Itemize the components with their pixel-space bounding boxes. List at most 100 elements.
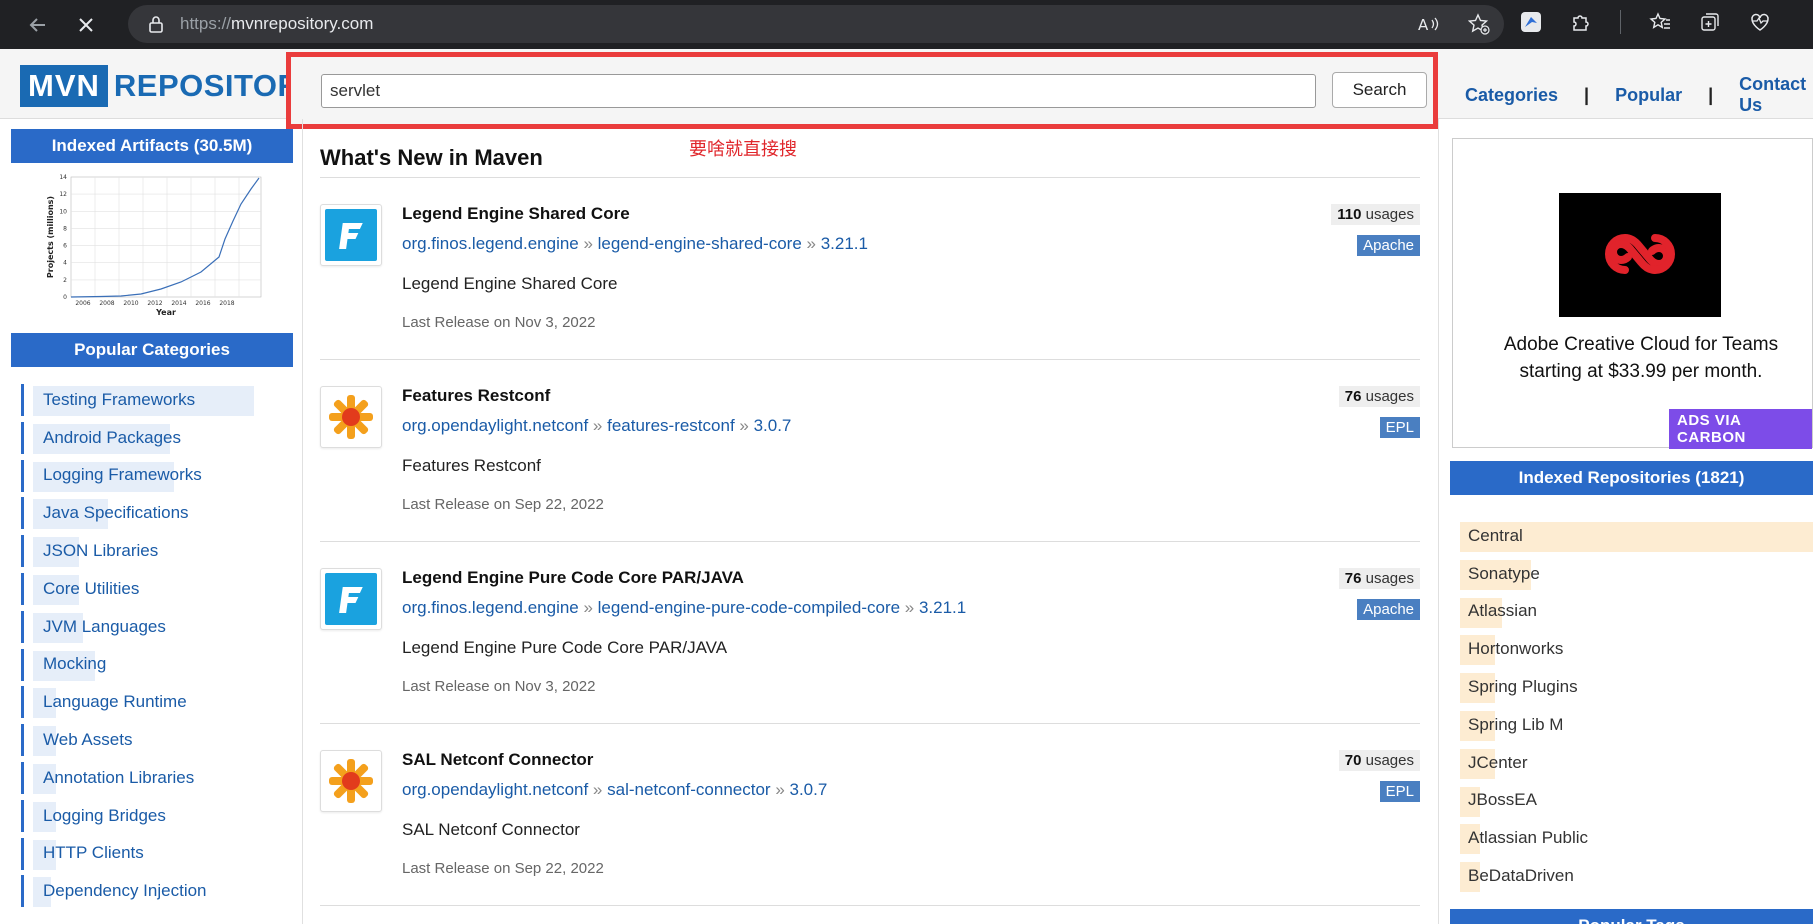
popular-tags-header[interactable]: Popular Tags [1450,909,1813,924]
chart-xtick: 2006 [75,300,90,307]
repository-item[interactable]: Spring Plugins [1450,668,1813,706]
stop-loading-icon[interactable] [66,5,106,45]
search-highlight-box: Search [286,52,1438,129]
artifact-title[interactable]: SAL Netconf Connector [402,750,593,770]
nav-popular[interactable]: Popular [1615,85,1682,106]
category-item[interactable]: Language Runtime [11,683,293,721]
category-item[interactable]: Testing Frameworks [11,381,293,419]
indexed-repositories: Indexed Repositories (1821) Central Sonat… [1450,461,1813,895]
usages-badge[interactable]: 76 usages [1338,568,1420,589]
license-badge[interactable]: Apache [1357,599,1420,620]
top-navigation: Categories | Popular | Contact Us [1465,74,1813,116]
repository-item[interactable]: Atlassian [1450,593,1813,631]
indexed-artifacts-header[interactable]: Indexed Artifacts (30.5M) [11,129,293,163]
read-aloud-icon[interactable]: A [1418,13,1440,35]
nav-contact[interactable]: Contact Us [1739,74,1813,116]
extensions-puzzle-icon[interactable] [1570,11,1592,33]
artifact-title[interactable]: Legend Engine Shared Core [402,204,630,224]
artifact-description: Legend Engine Pure Code Core PAR/JAVA [402,638,728,657]
coordinate-separator: » [588,780,608,799]
category-label: JVM Languages [43,616,166,636]
chart-ytick: 12 [59,191,67,198]
repository-item[interactable]: Spring Lib M [1450,706,1813,744]
category-item[interactable]: HTTP Clients [11,835,293,873]
category-item[interactable]: Java Specifications [11,494,293,532]
repository-item[interactable]: Central [1450,517,1813,555]
artifact-group-link[interactable]: org.finos.legend.engine [402,598,579,617]
repository-item[interactable]: Sonatype [1450,555,1813,593]
usages-badge[interactable]: 110 usages [1331,204,1420,225]
chart-ytick: 14 [59,174,67,181]
artifact-version-link[interactable]: 3.0.7 [754,416,792,435]
repository-item[interactable]: JBossEA [1450,782,1813,820]
license-badge[interactable]: EPL [1379,781,1420,802]
category-marker [21,875,24,908]
category-item[interactable]: Annotation Libraries [11,759,293,797]
artifact-group-link[interactable]: org.opendaylight.netconf [402,416,588,435]
nav-categories[interactable]: Categories [1465,85,1558,106]
usages-count: 110 [1337,206,1362,223]
ad-text[interactable]: Adobe Creative Cloud for Teams starting … [1453,331,1813,385]
category-marker [21,384,24,416]
category-item[interactable]: Web Assets [11,721,293,759]
category-item[interactable]: Android Packages [11,419,293,457]
repository-item[interactable]: Hortonworks [1450,630,1813,668]
opendaylight-icon[interactable] [320,750,382,812]
artifact-version-link[interactable]: 3.21.1 [821,234,868,253]
category-label: Annotation Libraries [43,767,195,787]
collections-icon[interactable] [1699,11,1721,33]
category-item[interactable]: JVM Languages [11,608,293,646]
artifact-description: SAL Netconf Connector [402,820,580,839]
usages-badge[interactable]: 70 usages [1338,750,1420,771]
artifact-description: Features Restconf [402,456,541,475]
usages-label: usages [1365,206,1414,223]
indexed-repositories-header[interactable]: Indexed Repositories (1821) [1450,461,1813,495]
usages-badge[interactable]: 76 usages [1338,386,1420,407]
ads-via-carbon-badge[interactable]: ADS VIA CARBON [1669,409,1812,449]
repository-item[interactable]: JCenter [1450,744,1813,782]
opendaylight-icon[interactable] [320,386,382,448]
finos-icon[interactable] [320,568,382,630]
artifact-id-link[interactable]: sal-netconf-connector [607,780,770,799]
ad-text-line-1: Adobe Creative Cloud for Teams [1503,334,1779,355]
repository-item[interactable]: BeDataDriven [1450,857,1813,895]
category-item[interactable]: Dependency Injection [11,872,293,910]
category-item[interactable]: Logging Frameworks [11,457,293,495]
artifact-version-link[interactable]: 3.21.1 [919,598,966,617]
site-logo[interactable]: MVN REPOSITORY [20,65,320,107]
artifact-title[interactable]: Legend Engine Pure Code Core PAR/JAVA [402,568,744,588]
repository-label: Atlassian [1468,601,1537,621]
artifact-id-link[interactable]: legend-engine-shared-core [598,234,802,253]
license-badge[interactable]: Apache [1357,235,1420,256]
carbon-ad[interactable]: Adobe Creative Cloud for Teams starting … [1452,138,1813,449]
adobe-cc-logo[interactable] [1559,193,1721,317]
lock-icon[interactable] [146,14,166,34]
artifact-title[interactable]: Features Restconf [402,386,550,406]
category-item[interactable]: Mocking [11,646,293,684]
usages-label: usages [1365,388,1414,405]
category-item[interactable]: JSON Libraries [11,532,293,570]
artifact-id-link[interactable]: features-restconf [607,416,735,435]
favorites-icon[interactable] [1649,11,1671,33]
artifact-group-link[interactable]: org.opendaylight.netconf [402,780,588,799]
repository-item[interactable]: Atlassian Public [1450,819,1813,857]
search-input[interactable] [321,74,1316,108]
back-arrow-icon[interactable] [18,5,58,45]
chart-xtick: 2008 [99,300,114,307]
artifact-id-link[interactable]: legend-engine-pure-code-compiled-core [598,598,900,617]
extension-bird-icon[interactable] [1520,11,1542,33]
category-item[interactable]: Core Utilities [11,570,293,608]
usages-count: 76 [1344,388,1362,405]
favorite-add-icon[interactable] [1468,13,1490,35]
search-button[interactable]: Search [1332,72,1427,108]
artifact-version-link[interactable]: 3.0.7 [790,780,828,799]
license-badge[interactable]: EPL [1379,417,1420,438]
finos-icon[interactable] [320,204,382,266]
address-bar[interactable]: https://mvnrepository.com A [128,5,1504,43]
category-item[interactable]: Logging Bridges [11,797,293,835]
browser-health-icon[interactable] [1749,11,1771,33]
url-host: mvnrepository.com [231,14,374,33]
popular-categories-header[interactable]: Popular Categories [11,333,293,367]
category-label: Logging Frameworks [43,465,202,485]
artifact-group-link[interactable]: org.finos.legend.engine [402,234,579,253]
